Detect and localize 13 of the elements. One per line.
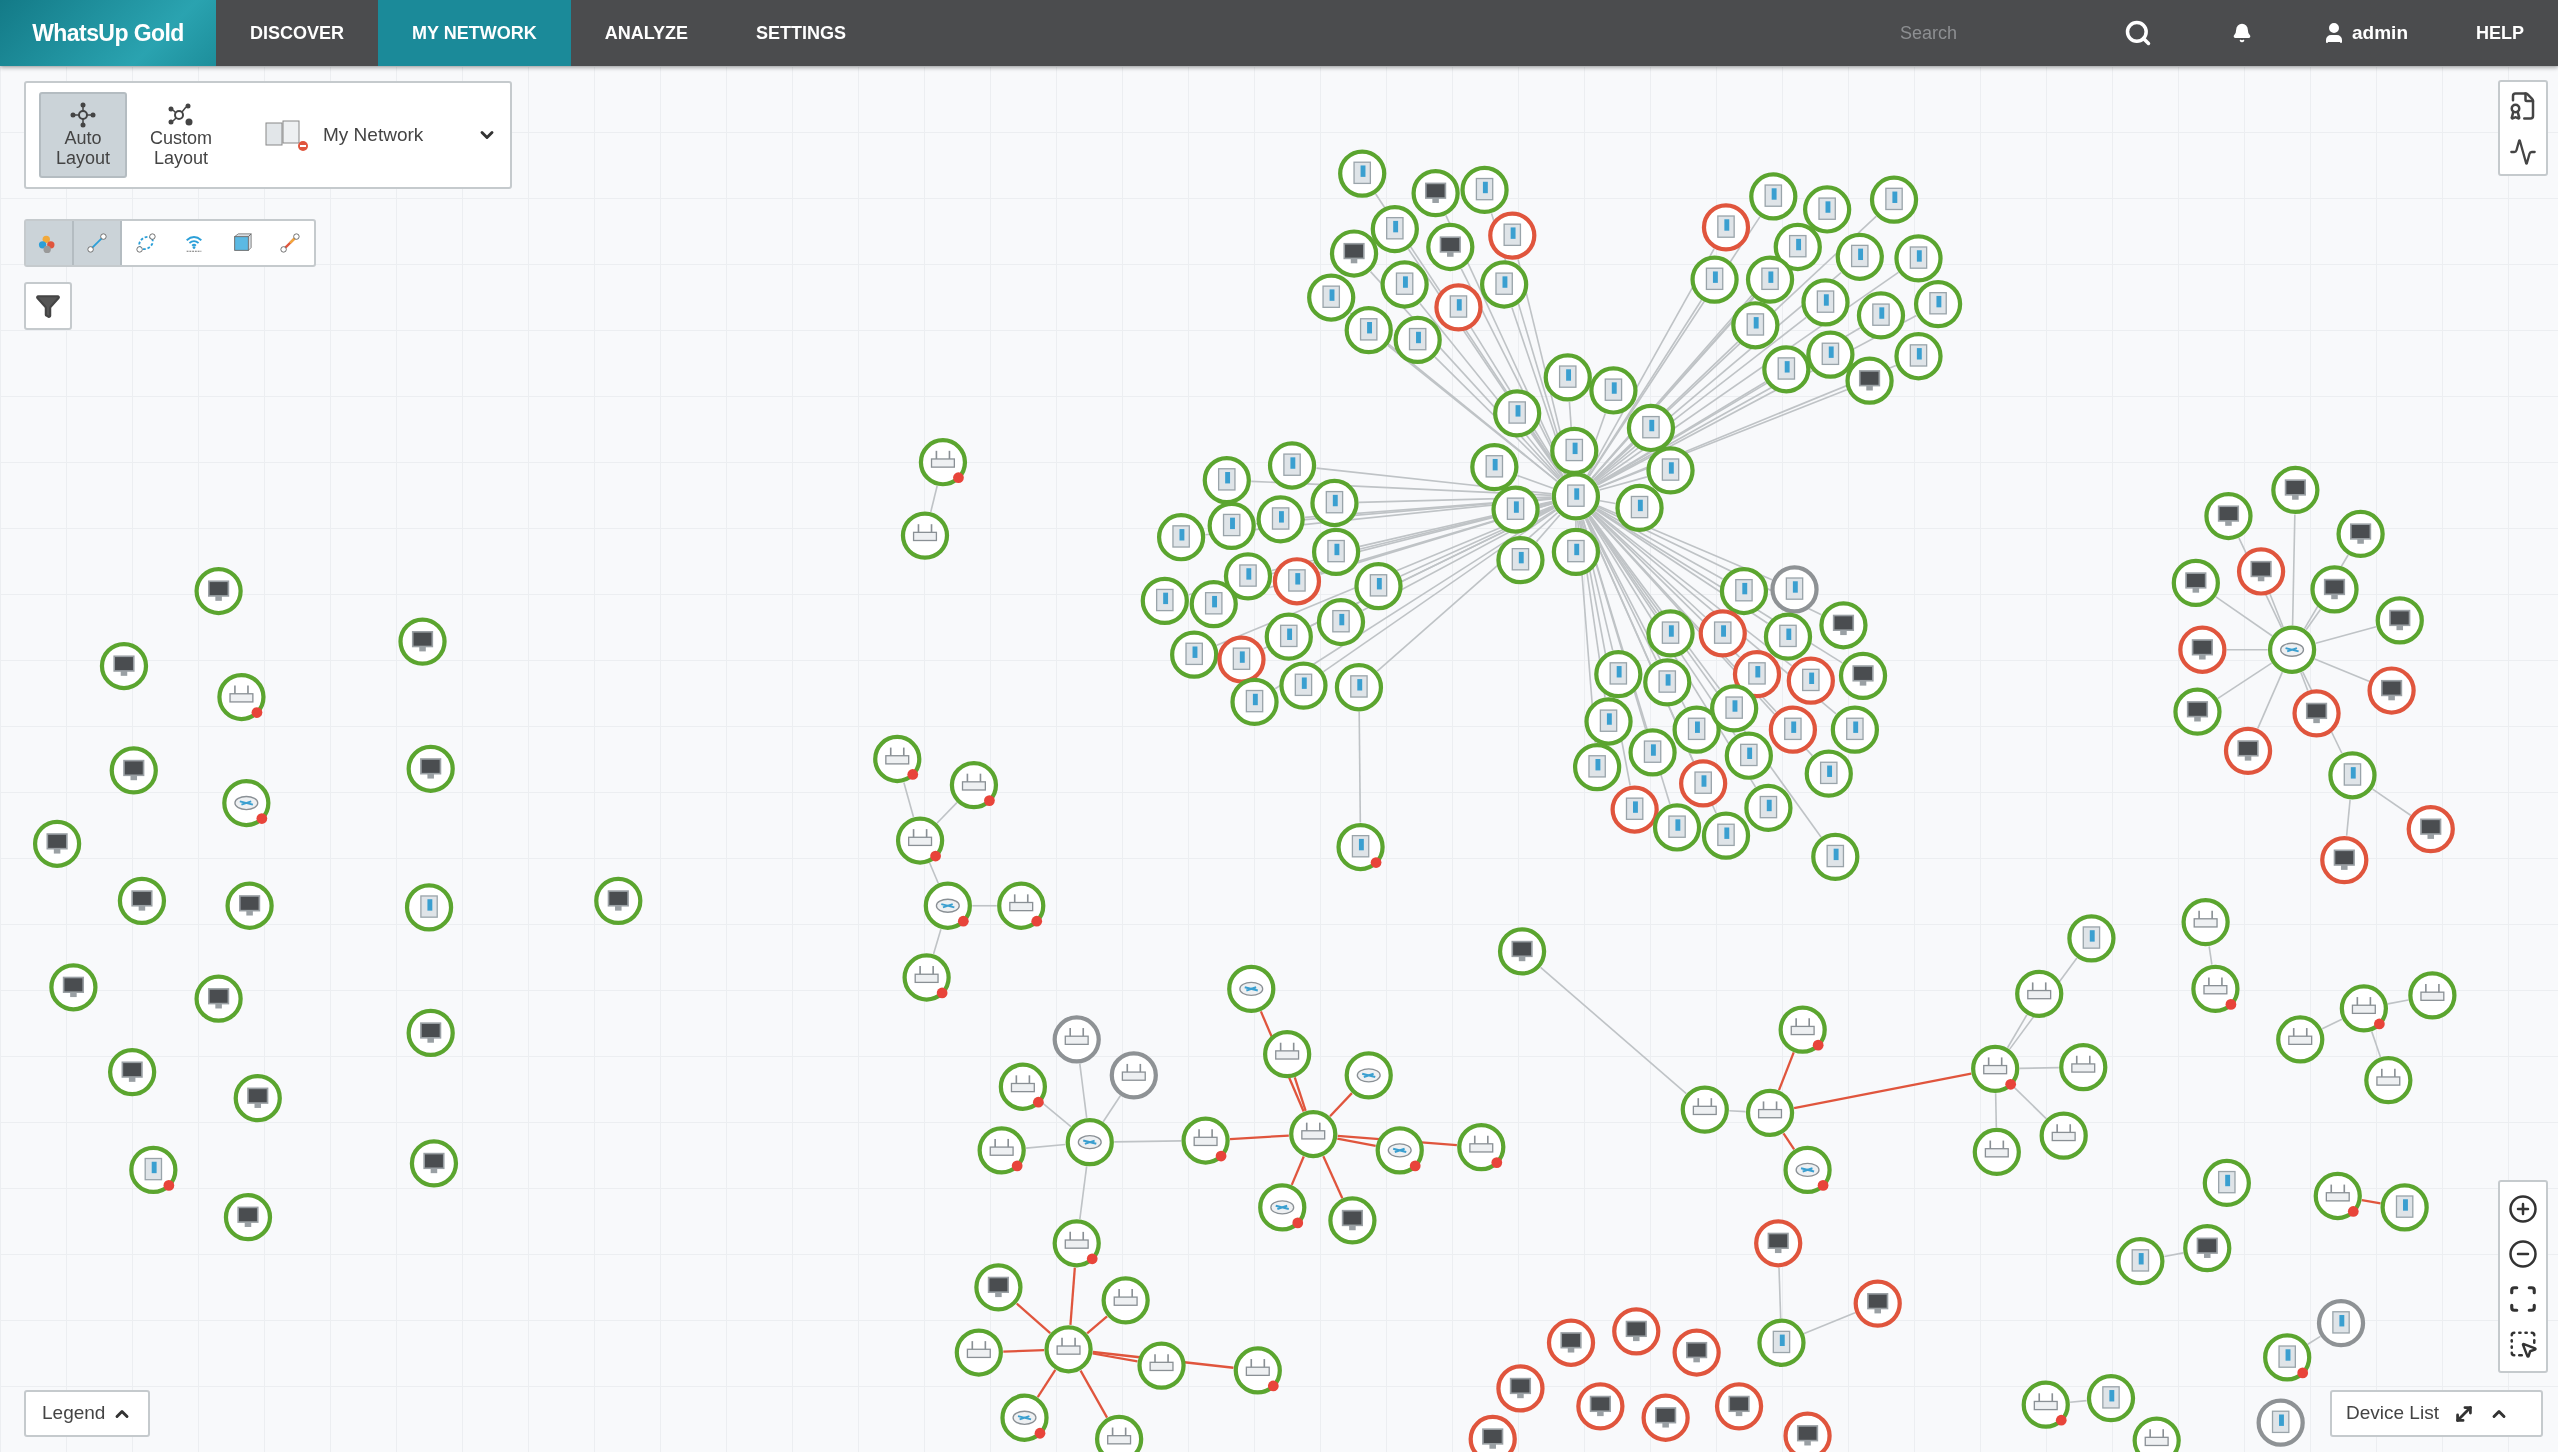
legend-button[interactable]: Legend [24,1390,150,1437]
layout-button[interactable]: Custom Layout [137,92,225,178]
nav-tab[interactable]: ANALYZE [570,0,723,66]
logo[interactable]: WhatsUp Gold [0,0,216,66]
search-field[interactable]: Search [1900,19,2101,47]
layout-button[interactable]: Auto Layout [39,92,127,178]
nav-tab[interactable]: MY NETWORK [378,0,571,66]
nav-tab[interactable]: DISCOVER [216,0,379,66]
nav-tab[interactable]: SETTINGS [722,0,881,66]
user-name[interactable]: admin [2352,18,2408,48]
device-list-label[interactable]: Device List [2346,1399,2439,1428]
network-group-name[interactable]: My Network [323,120,424,150]
help-link[interactable]: HELP [2476,19,2524,47]
